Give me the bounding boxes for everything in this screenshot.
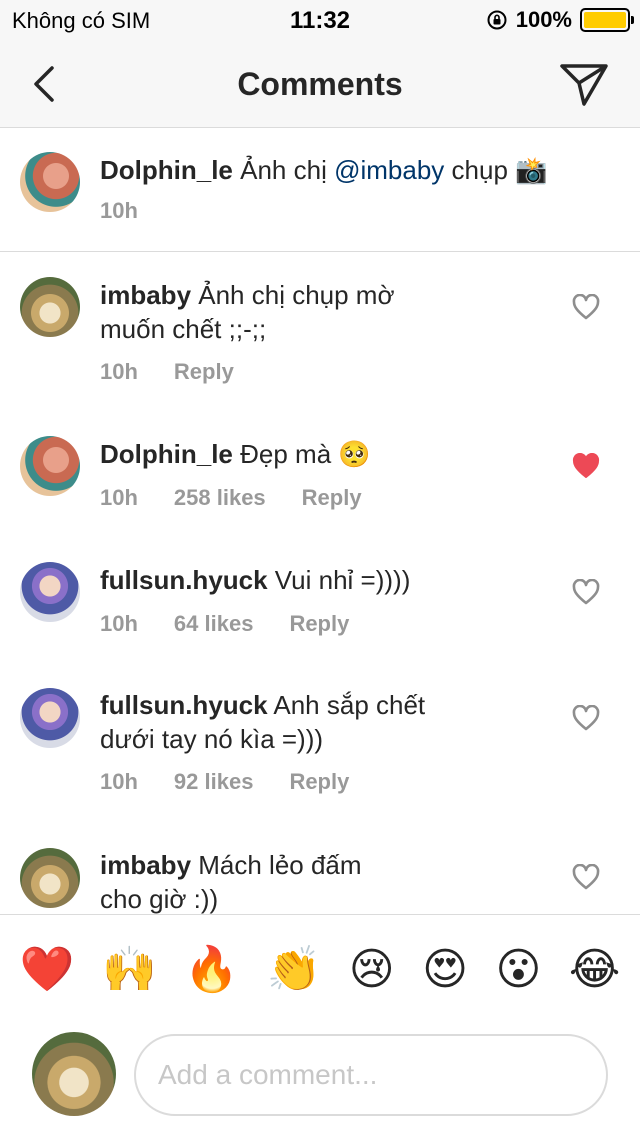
timestamp: 10h [100, 611, 138, 636]
status-right: 100% [486, 6, 634, 34]
comment-text: fullsun.hyuck Vui nhỉ =)))) [100, 563, 410, 597]
emoji-quick-bar: ❤️ 🙌 🔥 👏 😢 😍 😮 😂 [0, 914, 640, 1024]
timestamp: 10h [100, 485, 138, 510]
comment-line-1: Anh sắp chết [267, 690, 426, 720]
comment-meta: 10h Reply [100, 359, 270, 385]
avatar[interactable] [20, 562, 80, 622]
comment-meta: 10h 258 likes Reply [100, 485, 398, 511]
comment-line-2: muốn chết ;;-;; [100, 314, 267, 344]
comment-line-1: Đẹp mà 🥺 [232, 439, 371, 469]
like-heart-icon[interactable] [572, 705, 600, 731]
reply-button[interactable]: Reply [174, 359, 234, 384]
avatar[interactable] [20, 277, 80, 337]
post-caption: Dolphin_le Ảnh chị @imbaby chụp 📸 10h [0, 129, 640, 252]
direct-send-icon[interactable] [558, 60, 610, 108]
battery-percent: 100% [515, 7, 572, 32]
timestamp: 10h [100, 198, 138, 223]
clapping-emoji-button[interactable]: 👏 [267, 947, 322, 992]
page-title: Comments [237, 66, 403, 102]
reply-button[interactable]: Reply [302, 485, 362, 510]
comment-composer: Add a comment... [0, 1024, 640, 1136]
caption-body-end: chụp 📸 [444, 155, 548, 185]
comment-meta: 10h 64 likes Reply [100, 611, 385, 637]
comment-input-placeholder: Add a comment... [158, 1059, 378, 1090]
reply-button[interactable]: Reply [289, 769, 349, 794]
username[interactable]: fullsun.hyuck [100, 565, 268, 595]
username[interactable]: Dolphin_le [100, 155, 233, 185]
current-user-avatar [32, 1032, 116, 1116]
avatar[interactable] [20, 688, 80, 748]
crying-emoji-button[interactable]: 😢 [349, 947, 395, 992]
username[interactable]: fullsun.hyuck [100, 690, 268, 720]
comment-text: fullsun.hyuck Anh sắp chết dưới tay nó k… [100, 688, 425, 756]
caption-body: Ảnh chị [232, 155, 335, 185]
comment-text: imbaby Ảnh chị chụp mờ muốn chết ;;-;; [100, 278, 395, 346]
caption-text: Dolphin_le Ảnh chị @imbaby chụp 📸 [100, 153, 548, 187]
surprised-emoji-button[interactable]: 😮 [495, 947, 541, 992]
nav-bar: Comments [0, 40, 640, 128]
reply-button[interactable]: Reply [289, 611, 349, 636]
avatar[interactable] [20, 848, 80, 908]
comment-line-1: Mách lẻo đấm [191, 850, 362, 880]
likes-count[interactable]: 258 likes [174, 485, 266, 510]
avatar[interactable] [20, 152, 80, 212]
username[interactable]: imbaby [100, 850, 191, 880]
comment-line-2: dưới tay nó kìa =))) [100, 724, 324, 754]
laughing-emoji-button[interactable]: 😂 [569, 947, 620, 992]
comment-line-2: cho giờ :)) [100, 884, 219, 914]
like-heart-icon[interactable] [572, 294, 600, 320]
comment-text: Dolphin_le Đẹp mà 🥺 [100, 437, 371, 471]
like-heart-icon[interactable] [572, 579, 600, 605]
like-heart-icon[interactable] [572, 864, 600, 890]
comment-line-1: Ảnh chị chụp mờ [191, 280, 395, 310]
mention-link[interactable]: @imbaby [334, 155, 444, 185]
raised-hands-emoji-button[interactable]: 🙌 [102, 947, 157, 992]
timestamp: 10h [100, 769, 138, 794]
avatar[interactable] [20, 436, 80, 496]
likes-count[interactable]: 64 likes [174, 611, 254, 636]
comment-meta: 10h 92 likes Reply [100, 769, 385, 795]
username[interactable]: imbaby [100, 280, 191, 310]
like-heart-icon[interactable] [572, 453, 600, 479]
fire-emoji-button[interactable]: 🔥 [184, 947, 239, 992]
heart-emoji-button[interactable]: ❤️ [20, 947, 75, 992]
rotation-lock-icon [487, 10, 507, 30]
comment-text: imbaby Mách lẻo đấm cho giờ :)) [100, 848, 362, 916]
battery-icon [580, 8, 634, 32]
username[interactable]: Dolphin_le [100, 439, 233, 469]
heart-eyes-emoji-button[interactable]: 😍 [422, 947, 468, 992]
comment-line-1: Vui nhỉ =)))) [267, 565, 411, 595]
comment-input[interactable]: Add a comment... [134, 1034, 608, 1116]
status-bar: Không có SIM 11:32 100% [0, 0, 640, 40]
likes-count[interactable]: 92 likes [174, 769, 254, 794]
timestamp: 10h [100, 359, 138, 384]
caption-meta: 10h [100, 198, 174, 224]
